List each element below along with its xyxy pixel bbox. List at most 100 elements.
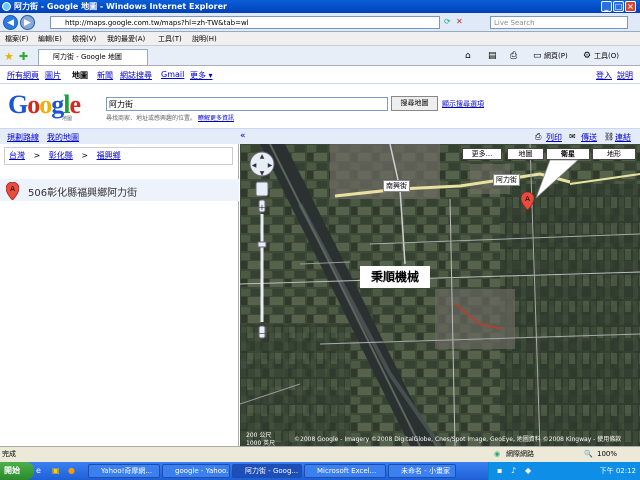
svg-text:−: − (259, 329, 266, 338)
window-title-bar: 阿力街 - Google 地圖 - Windows Internet Explo… (0, 0, 640, 13)
globe-icon: ◉ (494, 450, 501, 458)
status-text: 完成 (2, 450, 16, 458)
result-item[interactable]: A 506彰化縣福興鄉阿力街 (0, 179, 239, 201)
menu-view[interactable]: 檢視(V) (72, 34, 96, 44)
task-paint[interactable]: 未命名 - 小畫家 (388, 464, 456, 478)
stop-icon[interactable]: ✕ (456, 17, 463, 26)
map-type-more[interactable]: 更多... (462, 148, 502, 160)
satellite-imagery (240, 144, 640, 446)
task-google[interactable]: google - Yahoo... (162, 464, 230, 478)
add-favorite-icon[interactable]: ✚ (19, 50, 28, 63)
status-bar: 完成 ◉ 網際網路 🔍 100% (0, 446, 640, 462)
nav-blog[interactable]: 網誌搜尋 (120, 70, 152, 81)
task-excel[interactable]: Microsoft Excel... (304, 464, 386, 478)
minimize-button[interactable]: _ (601, 1, 612, 12)
help-link[interactable]: 說明 (617, 70, 633, 81)
system-tray: ▪ ♪ ◆ 下午 02:12 (488, 462, 640, 480)
page-menu[interactable]: 網頁(P) (544, 51, 568, 61)
sign-in-link[interactable]: 登入 (596, 70, 612, 81)
search-options-link[interactable]: 顯示搜尋選項 (442, 99, 484, 109)
breadcrumb-fuxing[interactable]: 福興鄉 (97, 151, 121, 160)
link-icon[interactable]: ⛓ (604, 132, 614, 141)
tray-volume-icon[interactable]: ♪ (511, 466, 516, 475)
print-icon[interactable]: ⎙ (510, 51, 517, 61)
search-maps-button[interactable]: 搜尋地圖 (391, 96, 438, 111)
start-button[interactable]: 開始 (0, 462, 34, 480)
satellite-map[interactable]: ▲ ▼ ◀ ▶ + − 更多... 地圖 衛星 地形 南興街 阿力街 A 秉順機… (240, 144, 640, 446)
results-panel: 台灣 > 彰化縣 > 福興鄉 A 506彰化縣福興鄉阿力街 (0, 144, 239, 446)
tools-menu[interactable]: 工具(O) (594, 51, 619, 61)
address-toolbar: ◀ ▶ http://maps.google.com.tw/maps?hl=zh… (0, 13, 640, 32)
result-address[interactable]: 506彰化縣福興鄉阿力街 (28, 184, 137, 199)
map-type-terrain[interactable]: 地形 (592, 148, 636, 160)
menu-bar: 檔案(F) 編輯(E) 檢視(V) 我的最愛(A) 工具(T) 說明(H) (0, 32, 640, 46)
place-label: 秉順機械 (360, 266, 430, 288)
forward-icon[interactable]: ▶ (20, 15, 35, 30)
map-footer: 200 公尺 1000 英尺 ©2008 Google - Imagery ©2… (240, 432, 640, 446)
tab-current[interactable]: 阿力街 - Google 地圖 (38, 49, 148, 65)
quicklaunch-icon-firefox[interactable]: ● (68, 466, 75, 475)
road-label-ali: 阿力街 (493, 174, 520, 186)
zoom-magnifier-icon[interactable]: 🔍 (584, 447, 593, 462)
breadcrumb-sep: > (81, 151, 89, 160)
action-bar: 規劃路線 我的地圖 « ⎙ 列印 ✉ 傳送 ⛓ 連結 (0, 128, 640, 144)
feed-icon[interactable]: ▤ (488, 51, 497, 61)
task-yahoo[interactable]: Yahoo!奇摩網... (88, 464, 160, 478)
clock[interactable]: 下午 02:12 (600, 466, 636, 476)
road-label-nanxing: 南興街 (383, 180, 410, 192)
menu-help[interactable]: 說明(H) (192, 34, 217, 44)
svg-text:▲: ▲ (260, 153, 265, 160)
svg-text:▶: ▶ (268, 162, 273, 169)
menu-edit[interactable]: 編輯(E) (38, 34, 62, 44)
menu-tools[interactable]: 工具(T) (158, 34, 182, 44)
tray-security-icon[interactable]: ◆ (525, 466, 531, 475)
my-maps-link[interactable]: 我的地圖 (47, 132, 79, 143)
home-icon[interactable]: ⌂ (465, 51, 471, 61)
email-icon[interactable]: ✉ (569, 132, 576, 141)
page-icon[interactable]: ▭ (533, 51, 542, 61)
nav-web[interactable]: 所有網頁 (7, 70, 39, 81)
marker-a-icon[interactable]: A (6, 182, 19, 200)
refresh-icon[interactable]: ⟳ (444, 17, 451, 26)
window-title: 阿力街 - Google 地圖 - Windows Internet Explo… (14, 2, 227, 11)
map-search-input[interactable]: 阿力街 (106, 97, 388, 111)
zoom-control: ▲ ▼ ◀ ▶ + − (248, 150, 280, 342)
nav-images[interactable]: 圖片 (45, 70, 61, 81)
nav-more[interactable]: 更多 ▾ (190, 70, 213, 81)
breadcrumb-sep: > (33, 151, 41, 160)
print-link[interactable]: 列印 (546, 132, 562, 143)
maximize-button[interactable]: □ (613, 1, 624, 12)
map-marker-a-icon[interactable]: A (521, 192, 534, 210)
tray-network-icon[interactable]: ▪ (497, 466, 502, 475)
scale-label-imperial: 1000 英尺 (246, 440, 276, 446)
breadcrumb-changhua[interactable]: 彰化縣 (49, 151, 73, 160)
menu-file[interactable]: 檔案(F) (5, 34, 29, 44)
send-link[interactable]: 傳送 (581, 132, 597, 143)
zoom-level[interactable]: 100% (597, 447, 617, 462)
nav-news[interactable]: 新聞 (97, 70, 113, 81)
menu-favorites[interactable]: 我的最愛(A) (107, 34, 145, 44)
quicklaunch-icon-folder[interactable]: ▣ (52, 466, 60, 475)
collapse-panel-icon[interactable]: « (240, 131, 246, 141)
google-nav: 所有網頁 圖片 地圖 新聞 網誌搜尋 Gmail 更多 ▾ 登入 說明 (0, 66, 640, 84)
link-link[interactable]: 連結 (615, 132, 631, 143)
breadcrumb: 台灣 > 彰化縣 > 福興鄉 (4, 147, 233, 165)
svg-text:+: + (259, 203, 266, 212)
quicklaunch-icon-ie[interactable]: e (36, 466, 41, 475)
info-window-tail (535, 159, 580, 199)
tools-icon[interactable]: ⚙ (583, 51, 591, 61)
learn-more-link[interactable]: 瞭解更多資訊 (198, 115, 234, 122)
svg-text:◀: ◀ (252, 162, 257, 169)
close-button[interactable]: × (625, 1, 636, 12)
favorites-star-icon[interactable]: ★ (4, 50, 14, 63)
search-input[interactable]: Live Search (490, 16, 628, 29)
back-icon[interactable]: ◀ (3, 15, 18, 30)
nav-gmail[interactable]: Gmail (161, 70, 184, 79)
address-input[interactable]: http://maps.google.com.tw/maps?hl=zh-TW&… (50, 16, 440, 29)
breadcrumb-taiwan[interactable]: 台灣 (9, 151, 25, 160)
ie-icon (2, 2, 11, 11)
directions-link[interactable]: 規劃路線 (7, 132, 39, 143)
search-hint-text: 尋找商家、地址或感興趣的位置。 (106, 115, 197, 122)
print-map-icon[interactable]: ⎙ (535, 132, 541, 142)
task-maps[interactable]: 阿力街 - Goog... (232, 464, 302, 478)
